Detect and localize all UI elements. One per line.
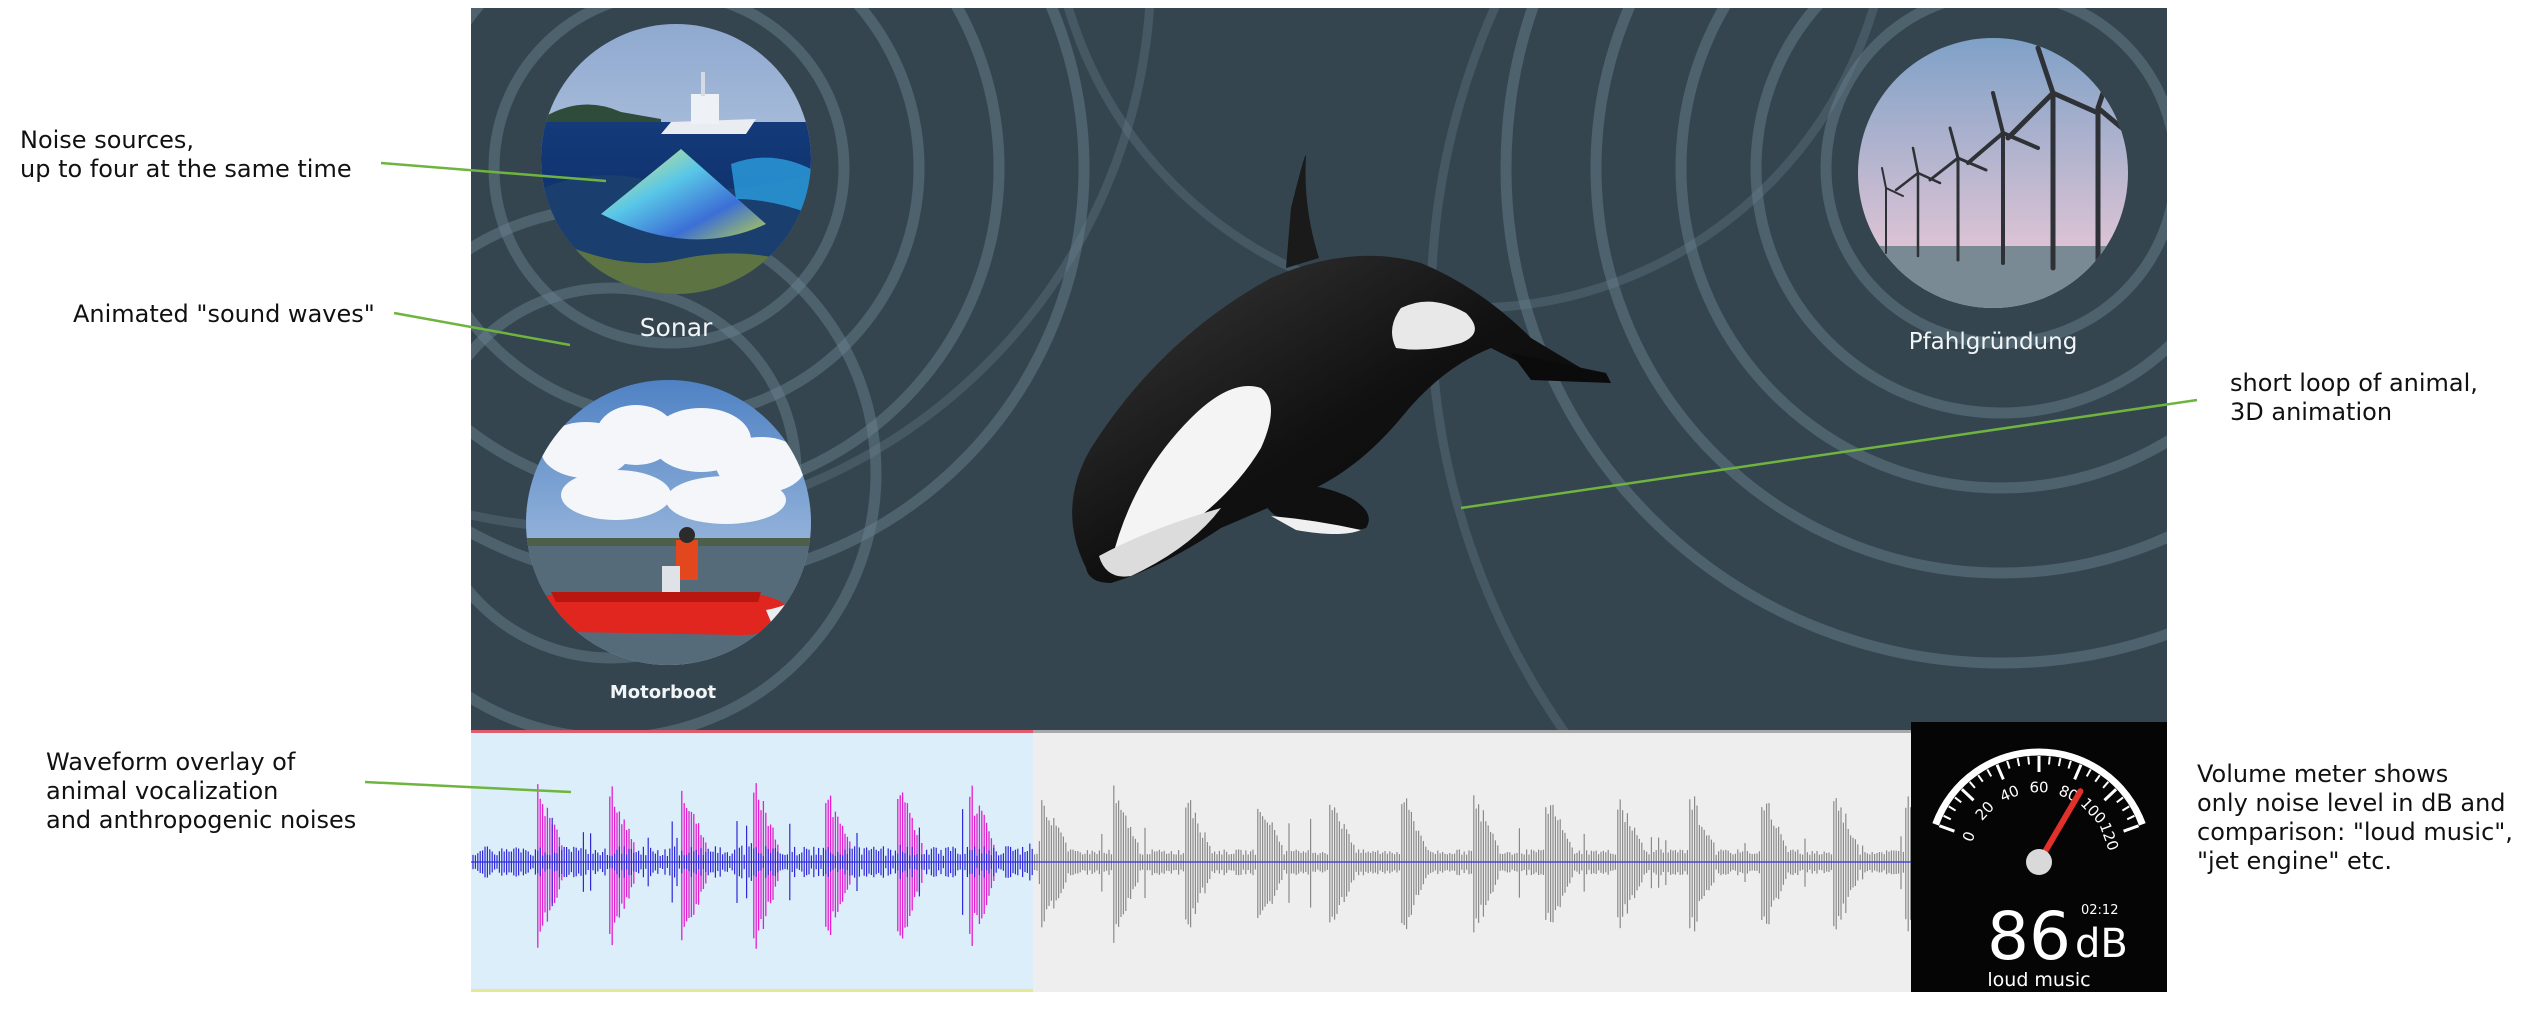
waveform-overlay[interactable] <box>471 730 1912 992</box>
meter-tick-label: 60 <box>2029 779 2048 797</box>
meter-tick-label: 120 <box>2096 820 2123 853</box>
meter-needle-hub <box>2026 849 2052 875</box>
meter-time: 02:12 <box>2081 903 2119 918</box>
annotation-noise-sources: Noise sources, up to four at the same ti… <box>20 126 352 183</box>
waveform-graph <box>471 730 1912 992</box>
meter-comparison: loud music <box>1987 969 2091 991</box>
meter-value: 86 <box>1987 898 2071 975</box>
annotation-sound-waves: Animated "sound waves" <box>73 300 375 328</box>
animation-stage: Sonar Motorboot Pfahlgründung <box>471 8 2167 730</box>
meter-tick-label: 40 <box>1997 782 2022 806</box>
meter-unit: dB <box>2075 921 2128 967</box>
orca-icon[interactable] <box>471 8 2167 730</box>
meter-tick-label: 20 <box>1972 798 1998 824</box>
volume-meter: 0 20 40 60 80 100 120 02:12 86 dB loud music <box>1911 722 2167 992</box>
annotation-volume-meter: Volume meter shows only noise level in d… <box>2197 760 2513 875</box>
annotation-animal-loop: short loop of animal, 3D animation <box>2230 369 2478 426</box>
annotation-waveform-overlay: Waveform overlay of animal vocalization … <box>46 748 357 834</box>
meter-tick-label: 0 <box>1959 829 1979 844</box>
